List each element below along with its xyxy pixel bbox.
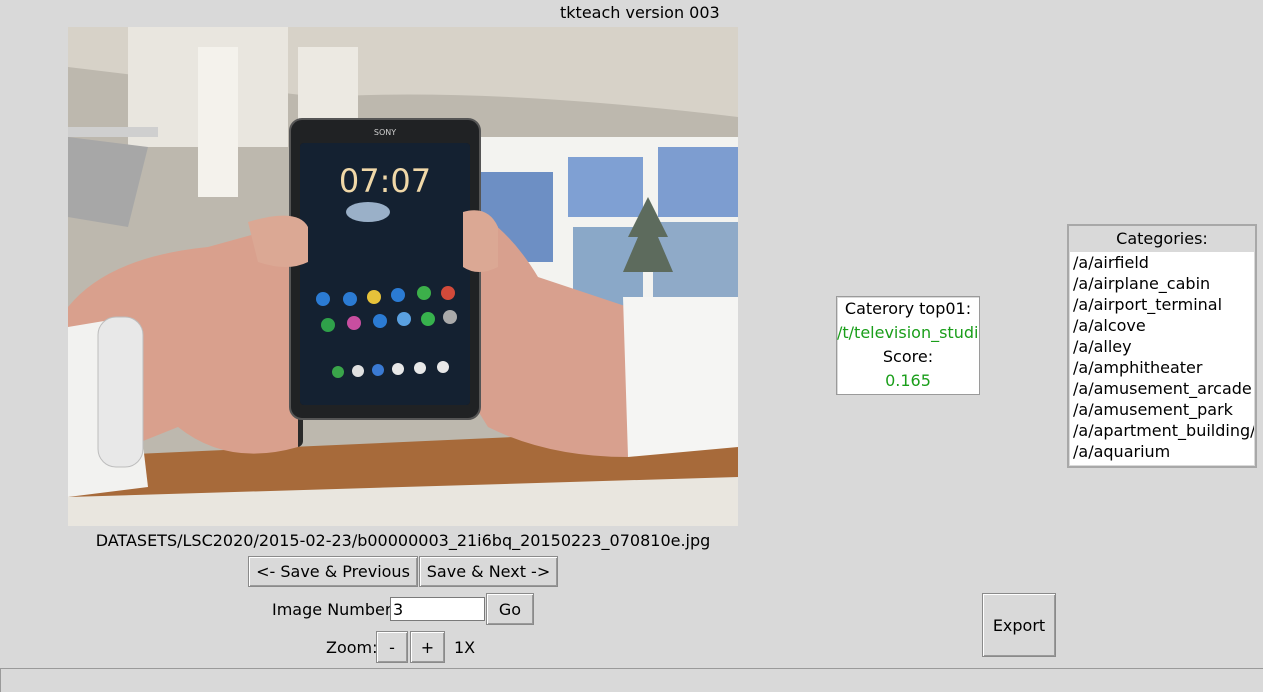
image-number-label: Image Number:	[272, 600, 397, 619]
category-item[interactable]: /a/amphitheater	[1070, 357, 1254, 378]
categories-listbox[interactable]: /a/airfield /a/airplane_cabin /a/airport…	[1070, 252, 1254, 465]
save-next-button[interactable]: Save & Next ->	[419, 556, 558, 587]
category-item[interactable]: /a/alley	[1070, 336, 1254, 357]
zoom-out-button[interactable]: -	[376, 631, 408, 663]
zoom-label: Zoom:	[326, 638, 378, 657]
score-value: 0.165	[885, 371, 931, 390]
top-category-label: Caterory top01:	[844, 299, 972, 318]
category-item[interactable]: /a/apartment_building/outdoor	[1070, 420, 1254, 441]
top-prediction-panel: Caterory top01: /t/television_studio Sco…	[836, 296, 980, 395]
image-filepath: DATASETS/LSC2020/2015-02-23/b00000003_21…	[95, 531, 711, 550]
category-item[interactable]: /a/airplane_cabin	[1070, 273, 1254, 294]
category-item[interactable]: /a/airport_terminal	[1070, 294, 1254, 315]
phone-brand-text: SONY	[374, 128, 396, 137]
lifelog-photo: SONY 07:07	[68, 27, 738, 526]
categories-title: Categories:	[1116, 229, 1208, 248]
save-previous-button[interactable]: <- Save & Previous	[248, 556, 418, 587]
zoom-in-button[interactable]: +	[410, 631, 445, 663]
phone-clock-text: 07:07	[339, 162, 431, 200]
go-button[interactable]: Go	[486, 593, 534, 625]
app-window: tkteach version 003 SONY 07:07 DATASETS/…	[0, 0, 1263, 692]
export-button[interactable]: Export	[982, 593, 1056, 657]
category-item[interactable]: /a/aquarium	[1070, 441, 1254, 462]
top-category-value: /t/television_studio	[837, 323, 980, 342]
image-number-input[interactable]	[390, 597, 485, 621]
category-item[interactable]: /a/alcove	[1070, 315, 1254, 336]
window-title: tkteach version 003	[560, 3, 720, 22]
category-item[interactable]: /a/airfield	[1070, 252, 1254, 273]
category-item[interactable]: /a/amusement_park	[1070, 399, 1254, 420]
score-label: Score:	[882, 347, 934, 366]
categories-panel: Categories: /a/airfield /a/airplane_cabi…	[1067, 224, 1257, 468]
category-item[interactable]: /a/amusement_arcade	[1070, 378, 1254, 399]
status-bar	[0, 668, 1263, 692]
image-viewer: SONY 07:07	[68, 27, 738, 526]
zoom-level-value: 1X	[454, 638, 476, 657]
